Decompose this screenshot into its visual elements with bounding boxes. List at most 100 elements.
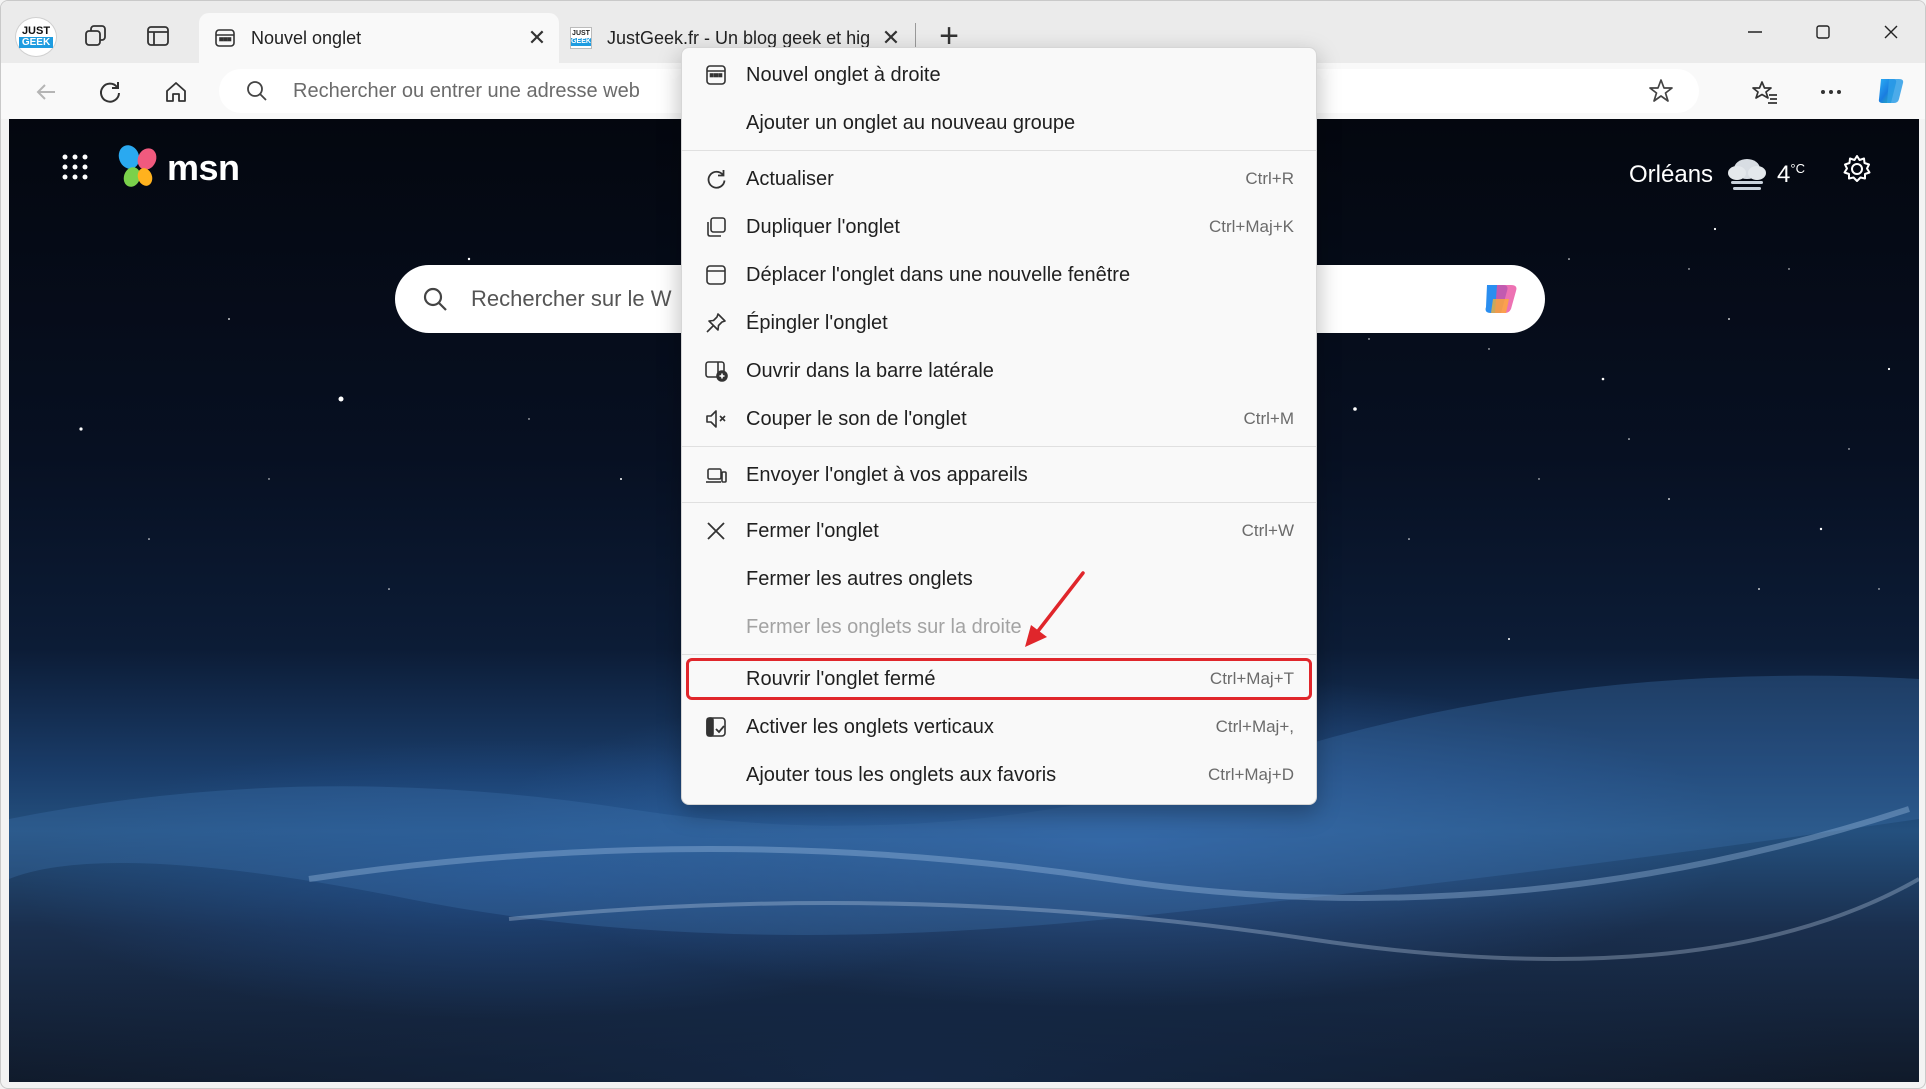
vertical-tabs-icon xyxy=(694,704,738,750)
menu-item-label: Nouvel onglet à droite xyxy=(746,63,941,86)
address-placeholder: Rechercher ou entrer une adresse web xyxy=(293,79,640,102)
tab-nouvel-onglet[interactable]: Nouvel onglet ✕ xyxy=(199,13,559,63)
menu-item-dupliquer[interactable]: Dupliquer l'onglet Ctrl+Maj+K xyxy=(688,204,1310,250)
minimize-button[interactable] xyxy=(1725,15,1785,49)
menu-item-ajouter-favoris[interactable]: Ajouter tous les onglets aux favoris Ctr… xyxy=(688,752,1310,798)
duplicate-icon xyxy=(694,204,738,250)
menu-item-label: Rouvrir l'onglet fermé xyxy=(746,667,936,690)
msn-logo-text: msn xyxy=(167,147,240,188)
menu-item-label: Envoyer l'onglet à vos appareils xyxy=(746,463,1028,486)
menu-item-fermer-onglet[interactable]: Fermer l'onglet Ctrl+W xyxy=(688,508,1310,554)
menu-item-label: Fermer l'onglet xyxy=(746,519,879,542)
profile-line1: JUST xyxy=(21,25,51,37)
menu-separator xyxy=(682,654,1316,655)
apps-grid-icon[interactable] xyxy=(61,153,89,186)
favicon-line1: JUST xyxy=(572,30,590,37)
cloudy-fog-icon xyxy=(1728,159,1767,190)
menu-separator xyxy=(682,150,1316,151)
favorites-icon xyxy=(1752,81,1777,104)
weather-temperature: 4°C xyxy=(1777,161,1805,188)
workspaces-icon[interactable] xyxy=(81,21,111,51)
menu-item-label: Couper le son de l'onglet xyxy=(746,407,967,430)
close-icon xyxy=(694,508,738,554)
copilot-search-icon[interactable] xyxy=(1479,279,1523,324)
menu-item-shortcut: Ctrl+Maj+K xyxy=(1208,217,1294,236)
web-search-placeholder: Rechercher sur le W xyxy=(471,286,672,311)
copilot-button[interactable] xyxy=(1873,73,1909,109)
menu-item-actualiser[interactable]: Actualiser Ctrl+R xyxy=(688,156,1310,202)
msn-butterfly-icon xyxy=(118,145,157,187)
mute-icon xyxy=(694,396,738,442)
new-tab-icon xyxy=(694,52,738,98)
menu-item-label: Fermer les autres onglets xyxy=(746,567,973,590)
menu-item-label: Activer les onglets verticaux xyxy=(746,715,994,738)
justgeek-favicon: JUST GEEK xyxy=(569,26,593,50)
copilot-icon xyxy=(1878,79,1904,103)
profile-line2: GEEK xyxy=(18,37,54,48)
new-tab-page-icon xyxy=(213,26,237,50)
tab-separator xyxy=(915,23,916,49)
menu-separator xyxy=(682,502,1316,503)
menu-item-epingler[interactable]: Épingler l'onglet xyxy=(688,300,1310,346)
menu-item-label: Déplacer l'onglet dans une nouvelle fenê… xyxy=(746,263,1131,286)
menu-item-nouvel-onglet-droite[interactable]: Nouvel onglet à droite xyxy=(688,52,1310,98)
page-settings-icon[interactable] xyxy=(1841,153,1873,190)
menu-item-onglets-verticaux[interactable]: Activer les onglets verticaux Ctrl+Maj+, xyxy=(688,704,1310,750)
weather-widget[interactable]: Orléans 4°C xyxy=(1629,155,1805,195)
tab-actions-icon[interactable] xyxy=(143,21,173,51)
menu-item-rouvrir-onglet[interactable]: Rouvrir l'onglet fermé Ctrl+Maj+T xyxy=(688,656,1310,702)
window-icon xyxy=(694,252,738,298)
menu-item-barre-laterale[interactable]: Ouvrir dans la barre latérale xyxy=(688,348,1310,394)
menu-item-label: Ajouter un onglet au nouveau groupe xyxy=(746,111,1076,134)
maximize-button[interactable] xyxy=(1793,15,1853,49)
more-icon xyxy=(1821,90,1841,94)
menu-item-label: Dupliquer l'onglet xyxy=(746,215,900,238)
menu-item-shortcut: Ctrl+Maj+T xyxy=(1209,669,1294,688)
close-window-button[interactable] xyxy=(1861,15,1921,49)
menu-item-label: Ajouter tous les onglets aux favoris xyxy=(746,763,1057,786)
pin-icon xyxy=(694,300,738,346)
refresh-icon xyxy=(100,82,120,103)
menu-item-couper-son[interactable]: Couper le son de l'onglet Ctrl+M xyxy=(688,396,1310,442)
menu-item-shortcut: Ctrl+W xyxy=(1241,521,1294,540)
menu-item-envoyer-appareils[interactable]: Envoyer l'onglet à vos appareils xyxy=(688,452,1310,498)
annotation-arrow xyxy=(1025,571,1085,647)
menu-separator xyxy=(682,446,1316,447)
home-button[interactable] xyxy=(159,75,193,109)
menu-item-shortcut: Ctrl+Maj+D xyxy=(1208,765,1294,784)
home-icon xyxy=(166,82,186,102)
menu-item-deplacer-fenetre[interactable]: Déplacer l'onglet dans une nouvelle fenê… xyxy=(688,252,1310,298)
menu-item-fermer-autres[interactable]: Fermer les autres onglets xyxy=(688,556,1310,602)
weather-city: Orléans xyxy=(1629,161,1714,188)
close-tab-icon[interactable]: ✕ xyxy=(523,24,551,52)
profile-avatar[interactable]: JUST GEEK xyxy=(15,17,57,57)
menu-item-shortcut: Ctrl+Maj+, xyxy=(1215,717,1294,736)
menu-item-shortcut: Ctrl+M xyxy=(1243,409,1294,428)
search-icon xyxy=(423,287,447,311)
browser-window: JUST GEEK Nouvel onglet ✕ JUST GEEK Just… xyxy=(0,0,1926,1089)
refresh-icon xyxy=(694,156,738,202)
refresh-button[interactable] xyxy=(93,75,127,109)
menu-item-fermer-droite: Fermer les onglets sur la droite xyxy=(688,604,1310,650)
favicon-line2: GEEK xyxy=(571,38,591,46)
tab-context-menu: Nouvel onglet à droite Ajouter un onglet… xyxy=(681,47,1317,805)
sidebar-icon xyxy=(694,348,738,394)
menu-item-label: Épingler l'onglet xyxy=(746,311,888,334)
close-window-icon xyxy=(1884,25,1898,39)
menu-item-label: Ouvrir dans la barre latérale xyxy=(746,359,994,382)
maximize-icon xyxy=(1816,25,1830,39)
menu-item-shortcut: Ctrl+R xyxy=(1245,169,1294,188)
menu-item-ajouter-groupe[interactable]: Ajouter un onglet au nouveau groupe xyxy=(688,100,1310,146)
favorite-star-icon[interactable] xyxy=(1647,77,1675,110)
back-arrow-icon xyxy=(36,84,55,100)
search-icon xyxy=(247,81,267,101)
msn-logo[interactable]: msn xyxy=(115,143,240,193)
menu-item-label: Fermer les onglets sur la droite xyxy=(746,615,1022,638)
tab-title: Nouvel onglet xyxy=(251,27,362,48)
minimize-icon xyxy=(1748,31,1762,33)
more-options-button[interactable] xyxy=(1813,75,1849,109)
devices-icon xyxy=(694,452,738,498)
favorites-button[interactable] xyxy=(1747,75,1783,109)
back-button[interactable] xyxy=(29,75,63,109)
tab-title: JustGeek.fr - Un blog geek et hig xyxy=(607,27,871,48)
